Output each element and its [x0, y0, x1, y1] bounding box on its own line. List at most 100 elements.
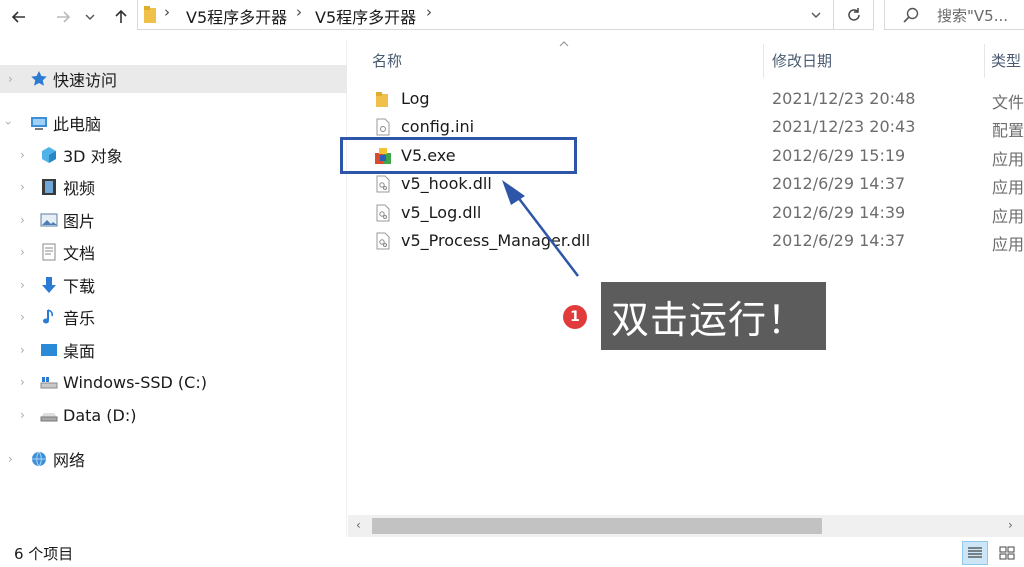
horizontal-scrollbar[interactable]: ‹ › — [348, 515, 1024, 537]
nav-item-desktop[interactable]: › 桌面 — [0, 336, 347, 364]
instruction-callout: 双击运行！ — [601, 282, 826, 350]
star-icon — [31, 71, 47, 86]
chevron-right-icon[interactable]: › — [8, 452, 13, 466]
column-header-name[interactable]: 名称 — [372, 50, 402, 71]
file-date: 2012/6/29 14:37 — [772, 231, 906, 250]
file-type: 应用 — [992, 150, 1024, 169]
file-type: 应用 — [992, 235, 1024, 254]
column-header-date[interactable]: 修改日期 — [772, 50, 832, 71]
chevron-right-icon[interactable]: › — [20, 148, 25, 162]
nav-label: 文档 — [63, 244, 96, 263]
folder-icon — [376, 92, 388, 107]
file-name: v5_Process_Manager.dll — [401, 231, 591, 250]
address-row: › V5程序多开器 › V5程序多开器 › 搜索"V5... — [0, 0, 1024, 34]
large-icons-view-icon — [999, 546, 1015, 560]
navigation-pane: › 快速访问 › 此电脑 › 3D 对象 › 视频 › 图片 › 文档 › 下载… — [0, 40, 347, 537]
recent-locations-button[interactable] — [80, 4, 100, 30]
chevron-right-icon[interactable]: › — [20, 180, 25, 194]
folder-icon — [144, 6, 156, 23]
picture-icon — [40, 213, 58, 227]
file-row[interactable]: v5_hook.dll 2012/6/29 14:37 应用 — [374, 170, 1024, 198]
nav-item-music[interactable]: › 音乐 — [0, 303, 347, 331]
refresh-button[interactable] — [834, 0, 874, 30]
nav-label: 快速访问 — [53, 71, 118, 90]
breadcrumb-separator-icon: › — [426, 3, 432, 21]
file-row[interactable]: v5_Log.dll 2012/6/29 14:39 应用 — [374, 199, 1024, 227]
dll-file-icon — [376, 175, 390, 193]
step-badge: 1 — [563, 305, 587, 329]
desktop-icon — [41, 344, 57, 356]
file-date: 2012/6/29 14:37 — [772, 174, 906, 193]
address-bar[interactable]: › V5程序多开器 › V5程序多开器 › — [137, 0, 834, 30]
chevron-down-icon[interactable] — [810, 9, 822, 21]
nav-item-downloads[interactable]: › 下载 — [0, 271, 347, 299]
network-icon — [32, 451, 46, 467]
nav-item-pictures[interactable]: › 图片 — [0, 206, 347, 234]
file-row[interactable]: v5_Process_Manager.dll 2012/6/29 14:37 应… — [374, 227, 1024, 255]
nav-label: Data (D:) — [63, 405, 137, 425]
search-placeholder: 搜索"V5... — [937, 7, 1009, 25]
file-type: 配置 — [992, 121, 1024, 140]
details-view-button[interactable] — [962, 541, 988, 565]
breadcrumb-item[interactable]: V5程序多开器 — [186, 4, 287, 28]
file-row[interactable]: Log 2021/12/23 20:48 文件 — [374, 85, 1024, 113]
highlight-box — [340, 137, 577, 174]
up-arrow-icon — [115, 9, 127, 23]
item-count: 6 个项目 — [14, 545, 74, 563]
nav-item-quick-access[interactable]: › 快速访问 — [0, 65, 347, 93]
chevron-right-icon[interactable]: › — [20, 343, 25, 357]
file-name: config.ini — [401, 117, 475, 136]
nav-label: 图片 — [63, 212, 96, 231]
chevron-right-icon[interactable]: › — [20, 245, 25, 259]
chevron-right-icon[interactable]: › — [20, 278, 25, 292]
scrollbar-thumb[interactable] — [372, 518, 822, 534]
column-divider[interactable] — [763, 44, 764, 78]
file-name: Log — [401, 89, 430, 108]
file-date: 2021/12/23 20:48 — [772, 89, 916, 108]
chevron-right-icon[interactable]: › — [20, 213, 25, 227]
file-date: 2012/6/29 14:39 — [772, 203, 906, 222]
download-arrow-icon — [42, 277, 56, 293]
column-header-type[interactable]: 类型 — [991, 50, 1021, 71]
nav-label: 下载 — [63, 277, 96, 296]
large-icons-view-button[interactable] — [994, 541, 1020, 565]
nav-label: 3D 对象 — [63, 147, 123, 166]
breadcrumb-separator-icon: › — [296, 3, 302, 21]
instruction-text: 双击运行！ — [611, 297, 807, 342]
nav-label: 此电脑 — [53, 115, 102, 134]
up-button[interactable] — [108, 4, 134, 30]
chevron-right-icon[interactable]: › — [20, 310, 25, 324]
nav-label: 桌面 — [63, 342, 96, 361]
chevron-down-icon[interactable]: › — [1, 121, 15, 126]
file-type: 应用 — [992, 178, 1024, 197]
music-note-icon — [43, 309, 54, 324]
scroll-right-icon[interactable]: › — [1008, 518, 1013, 532]
document-icon — [42, 243, 56, 261]
back-arrow-icon — [11, 11, 25, 23]
breadcrumb-item[interactable]: V5程序多开器 — [315, 4, 416, 28]
nav-item-documents[interactable]: › 文档 — [0, 238, 347, 266]
search-icon — [903, 7, 919, 23]
film-icon — [42, 179, 56, 195]
forward-button[interactable] — [50, 4, 76, 30]
nav-item-this-pc[interactable]: › 此电脑 — [0, 109, 347, 137]
nav-item-drive-d[interactable]: › Data (D:) — [0, 401, 347, 429]
cube-icon — [42, 147, 56, 163]
scroll-left-icon[interactable]: ‹ — [356, 518, 361, 532]
forward-arrow-icon — [57, 11, 71, 23]
search-input[interactable]: 搜索"V5... — [884, 0, 1024, 30]
nav-item-drive-c[interactable]: › Windows-SSD (C:) — [0, 368, 347, 396]
dll-file-icon — [376, 232, 390, 250]
chevron-right-icon[interactable]: › — [20, 375, 25, 389]
nav-label: Windows-SSD (C:) — [63, 372, 207, 392]
column-divider[interactable] — [984, 44, 985, 78]
computer-icon — [31, 117, 47, 130]
nav-item-videos[interactable]: › 视频 — [0, 173, 347, 201]
chevron-right-icon[interactable]: › — [8, 72, 13, 86]
nav-item-network[interactable]: › 网络 — [0, 445, 347, 473]
breadcrumb-separator-icon: › — [164, 3, 170, 21]
back-button[interactable] — [6, 4, 32, 30]
nav-item-3d-objects[interactable]: › 3D 对象 — [0, 141, 347, 169]
nav-label: 视频 — [63, 179, 96, 198]
chevron-right-icon[interactable]: › — [20, 408, 25, 422]
